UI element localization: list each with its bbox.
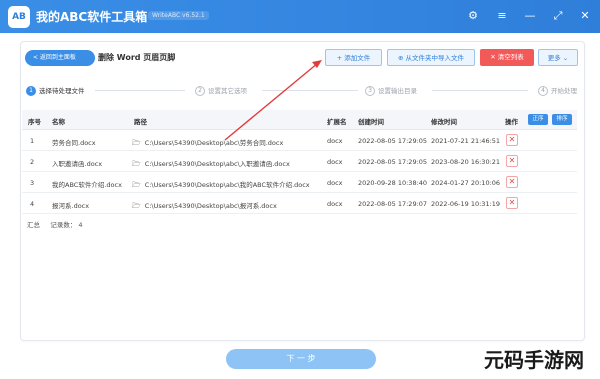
next-step-button[interactable]: 下 一 步 <box>226 349 376 369</box>
annotation-arrow <box>224 60 322 141</box>
site-watermark: 元码手游网 <box>484 348 584 372</box>
annotation-arrow-line <box>224 62 319 141</box>
